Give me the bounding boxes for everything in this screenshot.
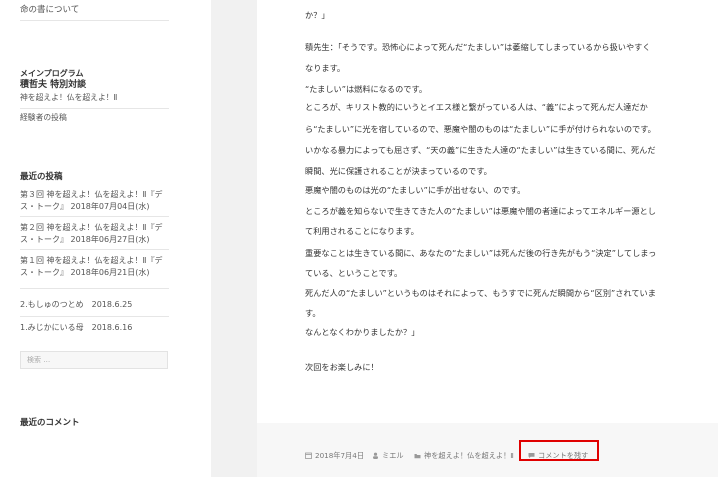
recent-post-item[interactable]: 第２回 神を超えよ！仏を超えよ！Ⅱ『デ ス・トーク』 2018年06月27日(水… [20,222,169,246]
article-line: ところが義を知らないで生きてきた人の“たましい”は悪魔や闇の者達によってエネルギ… [305,206,656,216]
calendar-icon [305,452,312,461]
article-line: いかなる暴力によっても屈さず、“天の義”に生きた人達の“たましい”は生きている間… [305,145,656,155]
divider [20,216,169,217]
post-author-text[interactable]: ミエル [382,451,404,461]
page-gutter [211,0,257,477]
other-post-link[interactable]: 1.みじかにいる母 2018.6.16 [20,322,169,334]
other-post-link[interactable]: 2.もしゅのつとめ 2018.6.25 [20,299,169,311]
post-category[interactable]: 神を超えよ！仏を超えよ！Ⅱ [414,451,514,461]
comment-icon [528,452,535,461]
recent-posts-heading: 最近の投稿 [20,172,63,182]
recent-post-item[interactable]: 第３回 神を超えよ！仏を超えよ！Ⅱ『デ ス・トーク』 2018年07月04日(水… [20,189,169,213]
program-subtitle-link[interactable]: 神を超えよ！仏を超えよ！Ⅱ [20,92,169,104]
article-line: ている、ということです。 [305,268,403,278]
recent-post-line[interactable]: 第３回 神を超えよ！仏を超えよ！Ⅱ『デ [20,189,169,201]
article-line: 重要なことは生きている間に、あなたの“たましい”は死んだ後の行き先がもう“決定”… [305,248,657,258]
recent-comments-heading: 最近のコメント [20,418,80,428]
article-line: 悪魔や闇のものは光の“たましい”に手が出せない、のです。 [305,185,526,195]
article-line: ところが、キリスト教的にいうとイエス様と繋がっている人は、“義”によって死んだ人… [305,102,648,112]
program-title[interactable]: 積哲夫 特別対談 [20,79,169,91]
entry-footer: 2018年7月4日 ミエル 神を超えよ！仏を超えよ！Ⅱ コメントを残す [257,423,718,477]
recent-post-item[interactable]: 第１回 神を超えよ！仏を超えよ！Ⅱ『デ ス・トーク』 2018年06月21日(水… [20,255,169,279]
divider [20,288,169,289]
article-line: ら“たましい”に光を宿しているので、悪魔や闇のものは“たましい”に手が付けられな… [305,124,656,134]
sidebar: 命の書について メインプログラム 積哲夫 特別対談 神を超えよ！仏を超えよ！Ⅱ … [0,0,211,477]
post-date-text[interactable]: 2018年7月4日 [315,451,364,461]
search-input[interactable]: 検索 … [20,351,168,369]
divider [20,316,169,317]
sidebar-link-book-of-life[interactable]: 命の書について [20,4,169,16]
article-line: す。 [305,308,321,318]
divider [20,20,169,21]
article-body: か？」 積先生：「そうです。恐怖心によって死んだ“たましい”は萎縮してしまってい… [257,0,718,423]
article-line: か？」 [305,10,330,20]
article-line: なんとなくわかりましたか？」 [305,327,420,337]
user-icon [372,452,379,461]
recent-post-line[interactable]: 第１回 神を超えよ！仏を超えよ！Ⅱ『デ [20,255,169,267]
recent-post-line[interactable]: 第２回 神を超えよ！仏を超えよ！Ⅱ『デ [20,222,169,234]
post-category-text[interactable]: 神を超えよ！仏を超えよ！Ⅱ [424,451,514,461]
recent-post-line[interactable]: ス・トーク』 2018年06月27日(水) [20,234,169,246]
article-line: なります。 [305,63,346,73]
post-date[interactable]: 2018年7月4日 [305,451,364,461]
folder-icon [414,452,421,461]
article-line: 瞬間、光に保護されることが決まっているのです。 [305,166,492,176]
sidebar-link-experiences[interactable]: 経験者の投稿 [20,112,169,124]
article-line: 積先生：「そうです。恐怖心によって死んだ“たましい”は萎縮してしまっているから扱… [305,42,651,52]
divider [20,249,169,250]
program-label: メインプログラム [20,69,84,78]
article-line: “たましい”は燃料になるのです。 [305,84,428,94]
article-line: 死んだ人の“たましい”というものはそれによって、もうすでに死んだ瞬間から“区別”… [305,288,656,298]
recent-post-line[interactable]: ス・トーク』 2018年06月21日(水) [20,267,169,279]
post-author[interactable]: ミエル [372,451,404,461]
leave-comment-text[interactable]: コメントを残す [538,451,588,461]
article-line: 次回をお楽しみに！ [305,362,379,372]
recent-post-line[interactable]: ス・トーク』 2018年07月04日(水) [20,201,169,213]
article-line: て利用されることになります。 [305,226,419,236]
divider [20,108,169,109]
leave-comment-link[interactable]: コメントを残す [528,451,588,461]
